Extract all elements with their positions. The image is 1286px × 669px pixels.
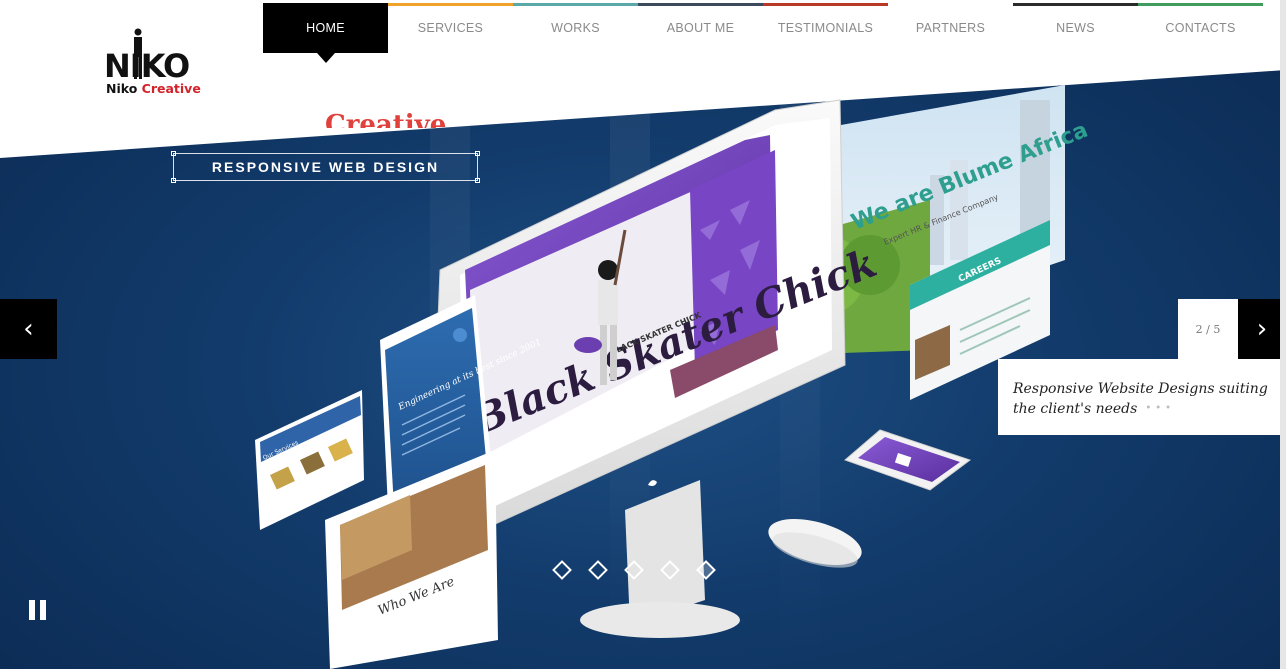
slide-tag: RESPONSIVE WEB DESIGN (171, 151, 480, 183)
nav-item-services[interactable]: SERVICES (388, 3, 513, 53)
nav-item-label: NEWS (1056, 21, 1095, 35)
nav-item-partners[interactable]: PARTNERS (888, 3, 1013, 53)
nav-item-contacts[interactable]: CONTACTS (1138, 3, 1263, 53)
nav-active-pointer (317, 53, 335, 63)
nav-item-label: TESTIMONIALS (777, 21, 874, 35)
prev-slide-button[interactable]: ‹ (0, 299, 57, 359)
nav-item-label: CONTACTS (1165, 21, 1236, 35)
nav-item-news[interactable]: NEWS (1013, 3, 1138, 53)
chevron-right-icon: › (1256, 314, 1268, 344)
logo[interactable]: NIKO Niko Creative (104, 28, 214, 98)
logo-wordmark: NIKO (104, 47, 190, 85)
next-slide-button[interactable]: › (1238, 299, 1286, 359)
slide-tag-label: RESPONSIVE WEB DESIGN (211, 159, 440, 175)
nav-item-about-me[interactable]: ABOUT ME (638, 3, 763, 53)
slide-caption: Responsive Website Designs suiting the c… (998, 359, 1286, 435)
pause-button[interactable] (29, 600, 47, 620)
nav-item-testimonials[interactable]: TESTIMONIALS (763, 3, 888, 53)
slide-counter: 2 / 5 (1178, 299, 1238, 359)
loading-dots-icon: ••• (1145, 403, 1176, 414)
phone-mockup (844, 429, 972, 491)
nav-item-label: WORKS (551, 21, 600, 35)
our-services-card: Our Services (255, 390, 364, 530)
magic-mouse (768, 519, 862, 568)
nav-item-works[interactable]: WORKS (513, 3, 638, 53)
pause-icon (29, 600, 35, 620)
slide-bullet[interactable] (588, 560, 608, 580)
slide-bullets (552, 560, 716, 580)
slide-bullet-active[interactable] (696, 560, 716, 580)
scrollbar-track[interactable] (1280, 0, 1286, 669)
nav-item-label: SERVICES (417, 21, 484, 35)
nav-item-label: ABOUT ME (666, 21, 735, 35)
nav-item-label: PARTNERS (915, 21, 986, 35)
nav-item-label: HOME (306, 21, 345, 35)
logo-subtitle: Niko Creative (106, 81, 201, 96)
slide-caption-text: Responsive Website Designs suiting the c… (1013, 381, 1268, 417)
slide-bullet[interactable] (552, 560, 572, 580)
chevron-left-icon: ‹ (23, 314, 34, 344)
nav-item-home[interactable]: HOME (263, 3, 388, 63)
slide-bullet[interactable] (660, 560, 680, 580)
slide-bullet[interactable] (624, 560, 644, 580)
hero-slider: Creative We are Blume Africa Expert HR &… (0, 0, 1286, 669)
main-navigation: HOME SERVICES WORKS ABOUT ME TESTIMONIAL… (263, 3, 1263, 63)
